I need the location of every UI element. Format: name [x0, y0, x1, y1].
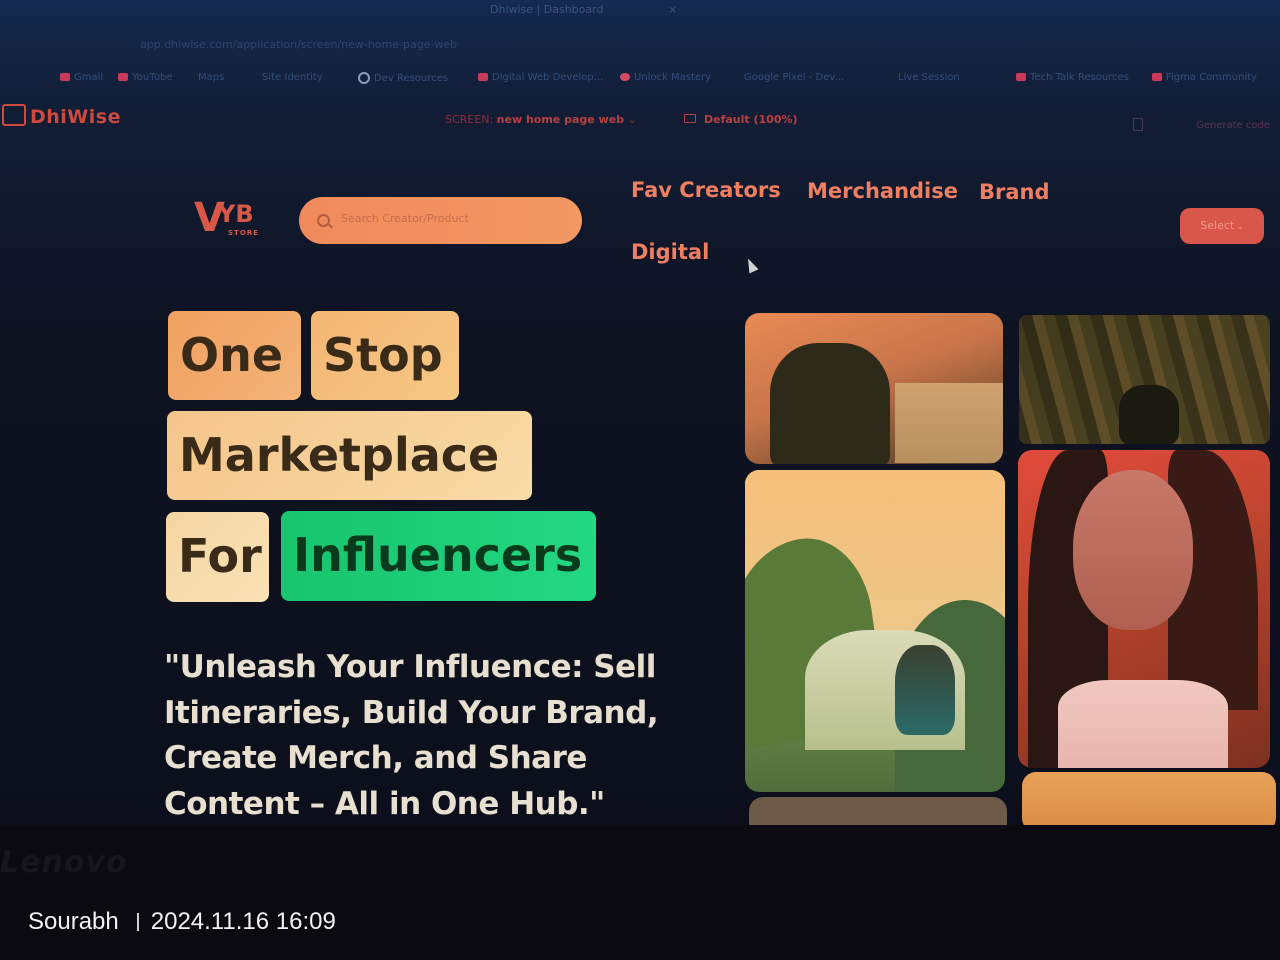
zoom-selector[interactable]: Default (100%): [684, 113, 798, 126]
photo-subject: [895, 645, 955, 735]
screen-label: SCREEN:: [445, 113, 494, 126]
hero-highlight-chip: Influencers: [281, 511, 596, 601]
dhiwise-logo-icon: [2, 104, 26, 126]
photo-watermark: Sourabh 2024.11.16 16:09: [28, 908, 336, 936]
logo-store: STORE: [228, 229, 259, 237]
vyb-store-logo[interactable]: V YB STORE: [194, 198, 258, 238]
dhiwise-logo[interactable]: DhiWise: [2, 104, 121, 128]
laptop-brand: Lenovo: [0, 845, 128, 880]
bookmark-item[interactable]: Figma Community: [1152, 72, 1257, 83]
course-icon: [620, 73, 630, 81]
nav-brand[interactable]: Brand: [979, 180, 1050, 204]
youtube-icon: [118, 73, 128, 81]
github-icon: [358, 72, 370, 84]
file-icon[interactable]: [1133, 118, 1143, 131]
bookmark-item[interactable]: Maps: [198, 72, 224, 83]
creator-photo-partial[interactable]: [749, 797, 1007, 825]
photo-subject: [1119, 385, 1179, 444]
bookmark-icon: [1152, 73, 1162, 81]
generate-code-button[interactable]: Generate code: [1196, 120, 1270, 131]
hero-word-chip: One: [168, 311, 301, 400]
bookmark-item[interactable]: Unlock Mastery: [620, 72, 711, 83]
select-label: Select: [1200, 219, 1235, 232]
screen-name: new home page web: [496, 113, 625, 126]
nav-merchandise[interactable]: Merchandise: [807, 179, 958, 203]
dhiwise-toolbar: DhiWise SCREEN: new home page web ⌄ Defa…: [0, 98, 1280, 142]
chevron-down-icon: ⌄: [1236, 222, 1244, 232]
creator-photo-portrait[interactable]: [1018, 450, 1270, 768]
photo-subject: [770, 343, 890, 464]
tab-close-icon[interactable]: ×: [668, 3, 677, 16]
bookmark-item[interactable]: YouTube: [118, 72, 173, 83]
bookmark-item[interactable]: Digital Web Develop...: [478, 72, 603, 83]
screen-selector[interactable]: SCREEN: new home page web ⌄: [445, 113, 637, 126]
watermark-divider: [136, 913, 139, 931]
browser-tab-title[interactable]: Dhiwise | Dashboard: [490, 3, 603, 16]
bookmark-item[interactable]: Dev Resources: [358, 72, 448, 84]
search-bar: [299, 197, 582, 244]
monitor-screen: Dhiwise | Dashboard × app.dhiwise.com/ap…: [0, 0, 1280, 825]
watermark-name: Sourabh: [28, 908, 119, 935]
hero-word-chip: Marketplace: [167, 411, 532, 500]
search-input[interactable]: [339, 211, 563, 226]
address-bar[interactable]: app.dhiwise.com/application/screen/new-h…: [140, 38, 457, 51]
logo-yb: YB: [218, 200, 254, 228]
bookmark-item[interactable]: Site Identity: [262, 72, 323, 83]
photo-subject: [1073, 470, 1193, 630]
youtube-icon: [478, 73, 488, 81]
hero-word-chip: For: [166, 512, 269, 602]
creator-photo-hiker[interactable]: [1019, 315, 1270, 444]
bookmark-item[interactable]: Tech Talk Resources: [1016, 72, 1129, 83]
bookmark-item[interactable]: Live Session: [898, 72, 960, 83]
bookmark-item[interactable]: Google Pixel - Dev...: [744, 72, 844, 83]
laptop-bezel: Lenovo: [0, 825, 1280, 960]
browser-tab-strip: Dhiwise | Dashboard ×: [0, 0, 1280, 28]
watermark-timestamp: 2024.11.16 16:09: [150, 908, 336, 935]
youtube-icon: [1016, 73, 1026, 81]
select-dropdown[interactable]: Select ⌄: [1180, 208, 1264, 244]
creator-photo-camera[interactable]: [745, 313, 1003, 464]
creator-photo-mountains[interactable]: [745, 470, 1005, 792]
creator-photo-partial[interactable]: [1022, 772, 1276, 825]
nav-digital[interactable]: Digital: [631, 240, 709, 264]
photo-background: [895, 383, 1003, 463]
photo-clothing: [1058, 680, 1228, 768]
nav-fav-creators[interactable]: Fav Creators: [631, 178, 781, 202]
monitor-icon: [684, 114, 696, 123]
bookmark-item[interactable]: Gmail: [60, 72, 103, 83]
mouse-cursor-icon: [743, 256, 759, 274]
hero-tagline: "Unleash Your Influence: Sell Itinerarie…: [164, 649, 659, 822]
hero-word-chip: Stop: [311, 311, 459, 400]
bookmark-icon: [60, 73, 70, 81]
chevron-down-icon: ⌄: [627, 113, 637, 126]
bookmarks-bar: Gmail YouTube Maps Site Identity Dev Res…: [0, 66, 1280, 90]
search-icon: [317, 214, 330, 227]
